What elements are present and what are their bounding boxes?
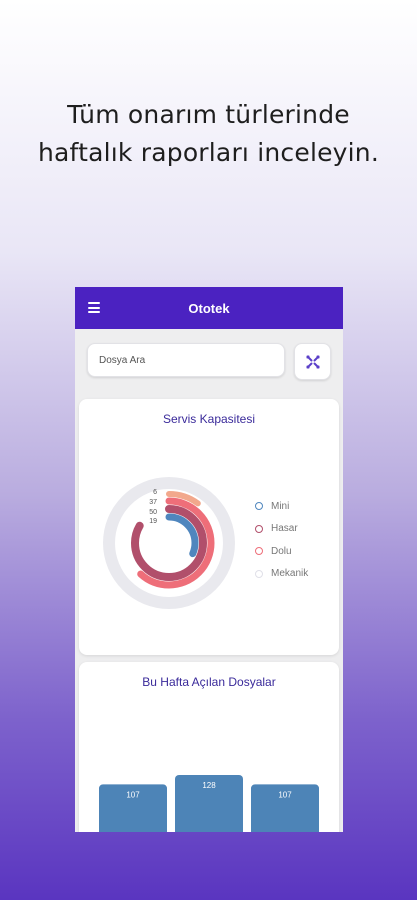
scan-icon (306, 355, 319, 368)
bar-value-label-0: 107 (126, 790, 140, 799)
legend-item-mini[interactable]: Mini (255, 495, 308, 518)
ring-label-2: 50 (149, 509, 157, 516)
ring-label-3: 19 (149, 518, 157, 525)
bar-value-label-2: 107 (278, 790, 292, 799)
capacity-radial-chart: 6 37 50 19 (103, 477, 235, 609)
capacity-legend: Mini Hasar Dolu Mekanik (255, 495, 308, 585)
ring-label-0: 6 (153, 489, 157, 496)
headline: Tüm onarım türlerinde haftalık raporları… (0, 96, 417, 172)
hamburger-menu-icon[interactable] (88, 302, 100, 313)
app-title: Ototek (188, 300, 230, 316)
phone-screen: Ototek Dosya Ara Servis Kapasitesi 6 37 … (75, 287, 343, 832)
filter-button[interactable] (294, 343, 331, 380)
headline-line-2: haftalık raporları inceleyin. (37, 138, 380, 167)
legend-dot (255, 547, 263, 556)
capacity-card-title: Servis Kapasitesi (162, 412, 256, 426)
legend-label: Mini (271, 500, 290, 512)
legend-dot (255, 502, 263, 511)
legend-label: Mekanik (271, 568, 309, 580)
weekly-files-card: Bu Hafta Açılan Dosyalar 107 128 107 (79, 662, 339, 832)
legend-dot (255, 569, 263, 578)
search-input[interactable]: Dosya Ara (87, 343, 285, 377)
legend-item-hasar[interactable]: Hasar (255, 518, 308, 541)
headline-line-1: Tüm onarım türlerinde (67, 100, 350, 129)
legend-dot (255, 524, 263, 533)
weekly-bar-chart: 107 128 107 (99, 775, 319, 832)
legend-item-dolu[interactable]: Dolu (255, 540, 308, 563)
bar-value-label-1: 128 (202, 781, 216, 790)
ring-label-1: 37 (149, 499, 157, 506)
app-bar: Ototek (75, 287, 343, 329)
search-row: Dosya Ara (87, 343, 331, 380)
legend-label: Hasar (271, 523, 298, 535)
legend-label: Dolu (271, 545, 292, 557)
capacity-card: Servis Kapasitesi 6 37 50 19 Mini Hasar … (79, 399, 339, 655)
legend-item-mekanik[interactable]: Mekanik (255, 563, 308, 586)
